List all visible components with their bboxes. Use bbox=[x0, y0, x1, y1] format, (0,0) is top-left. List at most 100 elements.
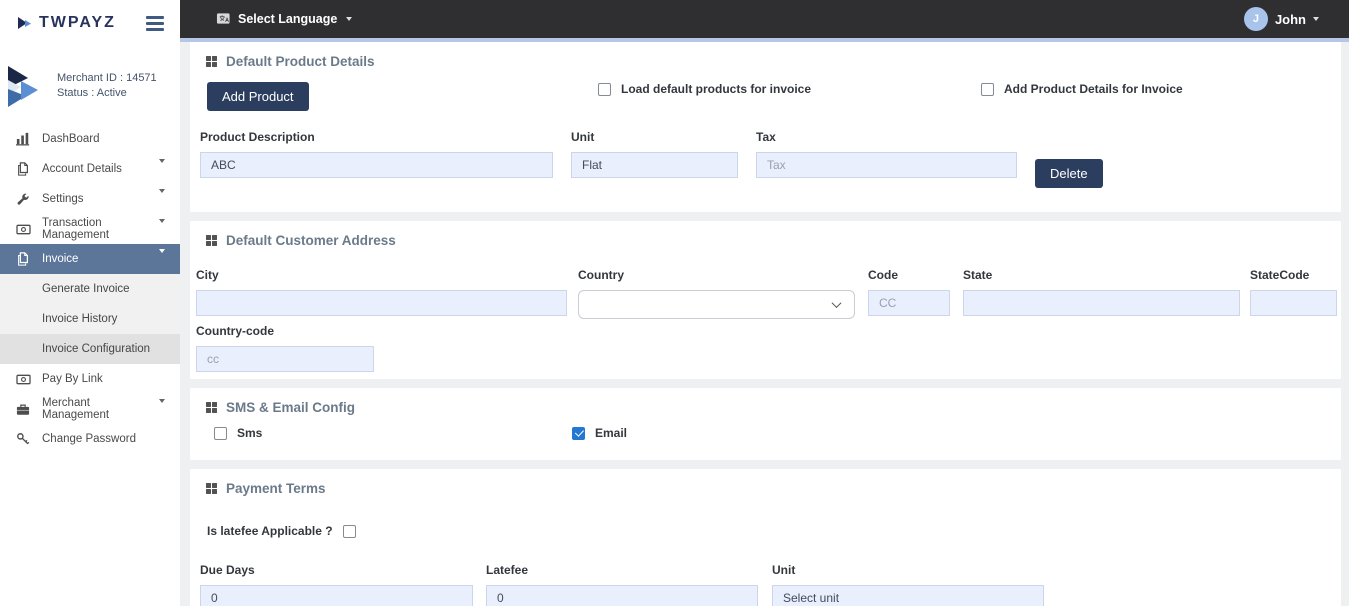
document-copy-icon bbox=[16, 162, 32, 176]
submenu-item-label: Invoice History bbox=[42, 313, 117, 325]
latefee-applicable-checkbox[interactable] bbox=[343, 525, 356, 538]
chevron-down-icon bbox=[1313, 17, 1319, 21]
sidebar-item-transaction-management[interactable]: Transaction Management bbox=[0, 214, 180, 244]
accent-strip bbox=[180, 38, 1349, 42]
chevron-down-icon bbox=[159, 253, 165, 265]
sidebar-item-label: Merchant Management bbox=[42, 397, 159, 421]
submenu-item-invoice-history[interactable]: Invoice History bbox=[0, 304, 180, 334]
payment-unit-label: Unit bbox=[772, 563, 1044, 577]
merchant-status: Status : Active bbox=[57, 86, 157, 101]
sidebar-item-change-password[interactable]: Change Password bbox=[0, 424, 180, 454]
email-checkbox[interactable] bbox=[572, 427, 585, 440]
brand-play-icon bbox=[16, 14, 34, 32]
product-description-label: Product Description bbox=[200, 130, 553, 144]
load-default-products-label: Load default products for invoice bbox=[621, 82, 811, 96]
add-product-details-label: Add Product Details for Invoice bbox=[1004, 82, 1183, 96]
tax-label: Tax bbox=[756, 130, 1017, 144]
hamburger-menu-icon[interactable] bbox=[144, 14, 166, 33]
chevron-down-icon bbox=[159, 193, 165, 205]
banknote-icon bbox=[16, 223, 32, 236]
brand-logo[interactable]: TWPAYZ bbox=[16, 14, 144, 32]
sidebar-item-label: Settings bbox=[42, 193, 84, 205]
state-input[interactable] bbox=[963, 290, 1240, 316]
city-label: City bbox=[196, 268, 567, 282]
chevron-down-icon bbox=[832, 298, 842, 308]
grid-icon bbox=[206, 483, 217, 494]
invoice-file-icon bbox=[16, 252, 32, 266]
sidebar-item-label: DashBoard bbox=[42, 133, 100, 145]
sidebar-header: TWPAYZ bbox=[0, 0, 180, 46]
language-label: Select Language bbox=[238, 12, 337, 26]
wrench-icon bbox=[16, 192, 32, 206]
payment-terms-card: Payment Terms Is latefee Applicable ? Du… bbox=[190, 469, 1341, 606]
submenu-item-generate-invoice[interactable]: Generate Invoice bbox=[0, 274, 180, 304]
invoice-submenu: Generate Invoice Invoice History Invoice… bbox=[0, 274, 180, 364]
payment-unit-select[interactable]: Select unit bbox=[772, 585, 1044, 606]
latefee-applicable-label: Is latefee Applicable ? bbox=[207, 524, 333, 538]
code-label: Code bbox=[868, 268, 950, 282]
sms-email-config-card: SMS & Email Config Sms Email bbox=[190, 388, 1341, 460]
sidebar-item-label: Transaction Management bbox=[42, 217, 159, 241]
sidebar-item-merchant-management[interactable]: Merchant Management bbox=[0, 394, 180, 424]
statecode-input[interactable] bbox=[1250, 290, 1337, 316]
grid-icon bbox=[206, 402, 217, 413]
due-days-input[interactable] bbox=[200, 585, 473, 606]
chevron-down-icon bbox=[159, 163, 165, 175]
countrycode-label: Country-code bbox=[196, 324, 374, 338]
add-product-button[interactable]: Add Product bbox=[207, 82, 309, 111]
submenu-item-invoice-configuration[interactable]: Invoice Configuration bbox=[0, 334, 180, 364]
sms-label: Sms bbox=[237, 426, 262, 440]
chevron-down-icon bbox=[159, 403, 165, 415]
section-title: Default Customer Address bbox=[226, 233, 396, 248]
user-name: John bbox=[1275, 12, 1306, 27]
sidebar-item-dashboard[interactable]: DashBoard bbox=[0, 124, 180, 154]
default-product-details-card: Default Product Details Add Product Load… bbox=[190, 42, 1341, 212]
sms-checkbox[interactable] bbox=[214, 427, 227, 440]
sidebar-item-pay-by-link[interactable]: Pay By Link bbox=[0, 364, 180, 394]
chevron-down-icon bbox=[346, 17, 352, 21]
banknote-icon bbox=[16, 373, 32, 386]
unit-input[interactable] bbox=[571, 152, 738, 178]
country-label: Country bbox=[578, 268, 855, 282]
payment-unit-value: Select unit bbox=[783, 591, 839, 605]
due-days-label: Due Days bbox=[200, 563, 473, 577]
countrycode-input[interactable] bbox=[196, 346, 374, 372]
user-menu[interactable]: J John bbox=[1244, 7, 1319, 31]
language-selector[interactable]: Select Language bbox=[216, 12, 352, 26]
add-product-details-checkbox[interactable] bbox=[981, 83, 994, 96]
topbar: Select Language J John bbox=[180, 0, 1349, 38]
sidebar-item-settings[interactable]: Settings bbox=[0, 184, 180, 214]
product-description-input[interactable] bbox=[200, 152, 553, 178]
sidebar-item-label: Invoice bbox=[42, 253, 78, 265]
section-title: SMS & Email Config bbox=[226, 400, 355, 415]
load-default-products-checkbox[interactable] bbox=[598, 83, 611, 96]
country-select[interactable] bbox=[578, 290, 855, 319]
submenu-item-label: Invoice Configuration bbox=[42, 343, 150, 355]
sidebar-item-account-details[interactable]: Account Details bbox=[0, 154, 180, 184]
merchant-logo bbox=[4, 62, 48, 110]
bar-chart-icon bbox=[16, 132, 32, 146]
briefcase-icon bbox=[16, 403, 32, 416]
city-input[interactable] bbox=[196, 290, 567, 316]
unit-label: Unit bbox=[571, 130, 738, 144]
brand-name: TWPAYZ bbox=[39, 14, 116, 32]
sidebar-item-invoice[interactable]: Invoice bbox=[0, 244, 180, 274]
latefee-label: Latefee bbox=[486, 563, 758, 577]
sidebar: TWPAYZ Merchant ID : 14571 Status : Acti… bbox=[0, 0, 180, 606]
section-title: Payment Terms bbox=[226, 481, 326, 496]
sidebar-item-label: Account Details bbox=[42, 163, 122, 175]
merchant-id: Merchant ID : 14571 bbox=[57, 71, 157, 86]
delete-button[interactable]: Delete bbox=[1035, 159, 1103, 188]
user-avatar: J bbox=[1244, 7, 1268, 31]
state-label: State bbox=[963, 268, 1240, 282]
grid-icon bbox=[206, 235, 217, 246]
merchant-info: Merchant ID : 14571 Status : Active bbox=[0, 46, 180, 118]
tax-input[interactable] bbox=[756, 152, 1017, 178]
sidebar-item-label: Pay By Link bbox=[42, 373, 103, 385]
main-content: Default Product Details Add Product Load… bbox=[180, 42, 1349, 606]
code-input[interactable] bbox=[868, 290, 950, 316]
email-label: Email bbox=[595, 426, 627, 440]
key-icon bbox=[16, 432, 32, 446]
latefee-input[interactable] bbox=[486, 585, 758, 606]
translate-icon bbox=[216, 12, 231, 26]
